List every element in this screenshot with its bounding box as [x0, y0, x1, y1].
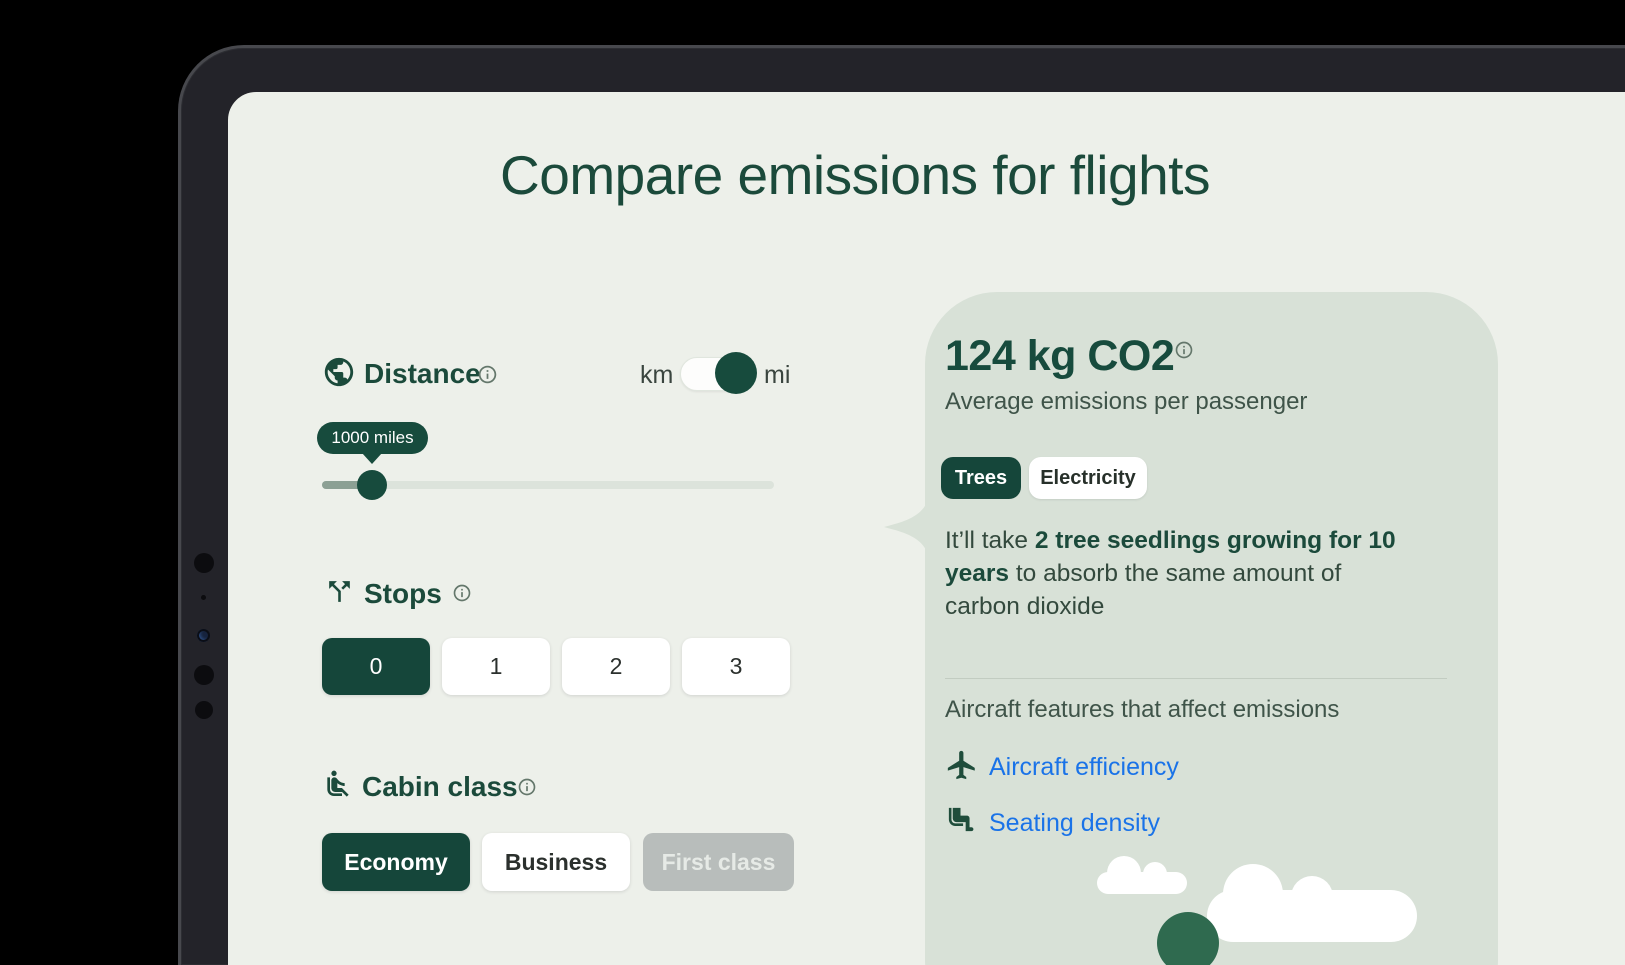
- camera-dot: [195, 701, 213, 719]
- seating-density-link[interactable]: Seating density: [989, 809, 1160, 838]
- emissions-headline: 124 kg CO2: [945, 332, 1175, 380]
- cloud-illustration: [1097, 856, 1187, 894]
- page-title: Compare emissions for flights: [500, 144, 1210, 206]
- distance-value-tooltip: 1000 miles: [317, 422, 428, 454]
- emissions-subtitle: Average emissions per passenger: [945, 388, 1308, 415]
- cabin-option-business[interactable]: Business: [482, 833, 630, 891]
- tablet-frame: Compare emissions for flights Distance k…: [178, 45, 1625, 965]
- features-heading: Aircraft features that affect emissions: [945, 696, 1340, 723]
- stops-option-3[interactable]: 3: [682, 638, 790, 695]
- cloud-illustration: [1207, 864, 1417, 942]
- stops-option-1[interactable]: 1: [442, 638, 550, 695]
- emissions-result-card: 124 kg CO2 Average emissions per passeng…: [884, 292, 1498, 965]
- aircraft-efficiency-link[interactable]: Aircraft efficiency: [989, 753, 1179, 782]
- unit-toggle-switch[interactable]: [680, 352, 757, 394]
- info-icon[interactable]: [452, 583, 472, 603]
- camera-dot: [194, 553, 214, 573]
- cabin-class-label: Cabin class: [362, 771, 518, 802]
- tree-illustration: [1157, 912, 1219, 965]
- card-body: 124 kg CO2 Average emissions per passeng…: [925, 292, 1498, 965]
- card-pointer-tail: [884, 504, 926, 550]
- equivalence-text: It’ll take 2 tree seedlings growing for …: [945, 524, 1407, 623]
- cabin-option-first-class[interactable]: First class: [643, 833, 794, 891]
- tab-electricity[interactable]: Electricity: [1029, 457, 1147, 499]
- distance-slider-thumb[interactable]: [357, 470, 387, 500]
- seating-density-icon: [948, 807, 974, 832]
- distance-label: Distance: [364, 358, 481, 389]
- unit-mi-label: mi: [764, 361, 791, 389]
- screen: Compare emissions for flights Distance k…: [228, 92, 1625, 965]
- toggle-knob[interactable]: [715, 352, 757, 394]
- stops-option-2[interactable]: 2: [562, 638, 670, 695]
- divider: [945, 678, 1447, 679]
- stops-label: Stops: [364, 578, 442, 609]
- distance-slider-track[interactable]: [322, 481, 774, 489]
- equivalence-prefix: It’ll take: [945, 527, 1035, 554]
- tooltip-tail: [362, 453, 382, 464]
- info-icon[interactable]: [1174, 340, 1194, 360]
- globe-icon: [324, 357, 354, 387]
- info-icon[interactable]: [517, 777, 537, 797]
- fork-split-icon: [329, 581, 350, 602]
- airplane-icon: [947, 750, 975, 780]
- sensor-dot: [201, 595, 206, 600]
- info-icon[interactable]: [477, 364, 498, 385]
- tab-trees[interactable]: Trees: [941, 457, 1021, 499]
- camera-dot: [194, 665, 214, 685]
- unit-km-label: km: [640, 361, 674, 389]
- stops-option-0[interactable]: 0: [322, 638, 430, 695]
- seat-recline-icon: [327, 770, 349, 797]
- camera-lens: [197, 629, 210, 642]
- cabin-option-economy[interactable]: Economy: [322, 833, 470, 891]
